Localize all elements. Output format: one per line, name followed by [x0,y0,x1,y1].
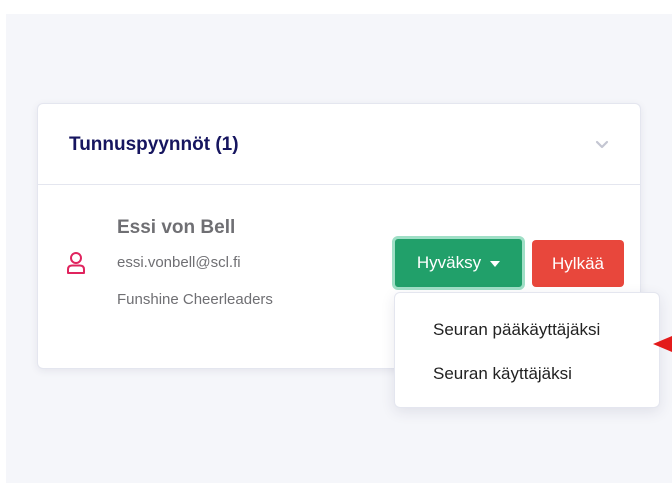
chevron-down-icon[interactable] [591,134,613,156]
dropdown-item-club-user[interactable]: Seuran käyttäjäksi [433,364,572,384]
dropdown-item-club-admin[interactable]: Seuran pääkäyttäjäksi [433,320,600,340]
card-title: Tunnuspyynnöt (1) [69,134,239,155]
requester-name: Essi von Bell [117,217,236,238]
annotation-arrow-icon [653,336,672,352]
caret-down-icon [490,261,501,267]
approve-dropdown-menu: Seuran pääkäyttäjäksi Seuran käyttäjäksi [394,292,660,408]
approve-dropdown-button[interactable]: Hyväksy [392,236,525,290]
card-header[interactable]: Tunnuspyynnöt (1) [38,104,640,185]
approve-button-label: Hyväksy [416,253,482,272]
user-icon [67,252,85,274]
requester-club: Funshine Cheerleaders [117,291,273,308]
reject-button-label: Hylkää [552,253,604,273]
reject-button[interactable]: Hylkää [532,240,624,287]
requester-email: essi.vonbell@scl.fi [117,254,241,271]
